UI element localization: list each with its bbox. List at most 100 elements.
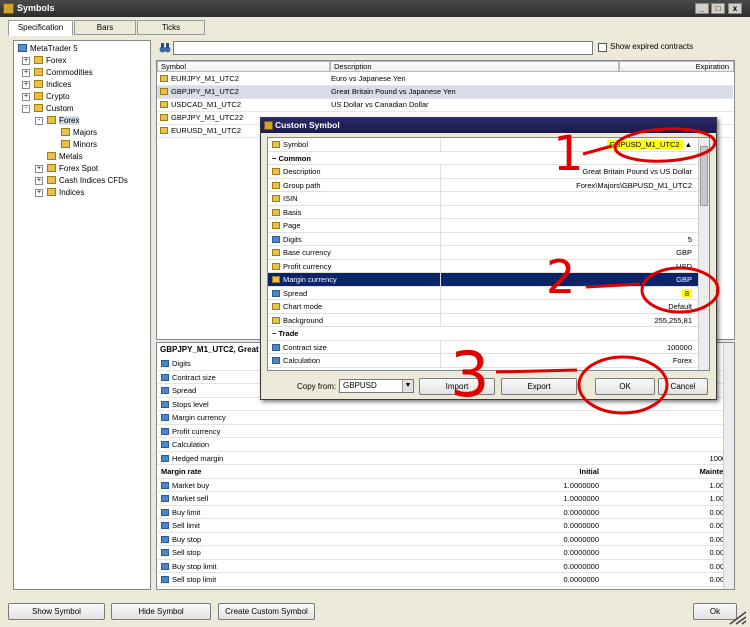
expand-icon[interactable]: + bbox=[22, 81, 30, 89]
margin-row[interactable]: Market buy1.00000001.0000000 bbox=[157, 479, 734, 492]
table-row[interactable]: EURJPY_M1_UTC2 Euro vs Japanese Yen bbox=[157, 73, 733, 86]
table-row[interactable]: GBPJPY_M1_UTC2 Great Britain Pound vs Jap… bbox=[157, 86, 733, 99]
property-icon bbox=[161, 427, 169, 435]
dialog-scroll-thumb[interactable] bbox=[700, 146, 708, 206]
margin-row[interactable]: Buy limit0.00000000.0000000 bbox=[157, 506, 734, 519]
tree-item-forex-spot[interactable]: + Forex Spot bbox=[35, 163, 98, 175]
margin-row[interactable]: Sell limit0.00000000.0000000 bbox=[157, 519, 734, 533]
margin-row[interactable]: Market sell1.00000001.0000000 bbox=[157, 492, 734, 506]
dialog-row[interactable]: Description Great Britain Pound vs US Dol… bbox=[268, 165, 698, 179]
tab-bars[interactable]: Bars bbox=[74, 20, 136, 35]
dialog-row[interactable]: ISIN bbox=[268, 192, 698, 206]
tree-item-commodities[interactable]: + Commodities bbox=[22, 67, 93, 79]
tree-item-custom-indices[interactable]: + Indices bbox=[35, 187, 84, 199]
dialog-ok-button[interactable]: OK bbox=[595, 378, 655, 395]
show-expired-checkbox[interactable] bbox=[598, 43, 607, 52]
property-icon bbox=[161, 576, 169, 583]
search-input[interactable] bbox=[173, 41, 593, 55]
property-icon bbox=[272, 343, 280, 351]
expand-icon[interactable]: + bbox=[35, 177, 43, 185]
dialog-scrollbar[interactable] bbox=[698, 138, 709, 370]
properties-scrollbar[interactable] bbox=[723, 343, 734, 589]
show-symbol-button[interactable]: Show Symbol bbox=[8, 603, 105, 620]
tab-specification[interactable]: Specification bbox=[8, 20, 73, 36]
property-row[interactable]: CalculationForex bbox=[157, 438, 734, 452]
folder-icon bbox=[34, 104, 43, 112]
dialog-row[interactable]: Digits 5 bbox=[268, 232, 698, 246]
folder-icon bbox=[61, 128, 70, 136]
chevron-up-icon[interactable]: ▲ bbox=[685, 140, 692, 149]
collapse-icon[interactable]: - bbox=[35, 117, 43, 125]
dialog-row[interactable]: Spread 8 bbox=[268, 286, 698, 300]
dialog-row[interactable]: Group path Forex\Majors\GBPUSD_M1_UTC2 bbox=[268, 178, 698, 192]
dialog-row[interactable]: Background 255,255,81 bbox=[268, 313, 698, 327]
collapse-icon[interactable]: - bbox=[22, 105, 30, 113]
col-header-expiration[interactable]: Expiration bbox=[619, 61, 734, 72]
create-custom-symbol-button[interactable]: Create Custom Symbol bbox=[218, 603, 315, 620]
property-row[interactable]: Margin currencyGBP bbox=[157, 411, 734, 425]
tree-item-majors[interactable]: Majors bbox=[61, 127, 97, 139]
expand-icon[interactable]: + bbox=[35, 165, 43, 173]
property-icon bbox=[272, 235, 280, 243]
close-button[interactable]: x bbox=[728, 3, 742, 14]
table-row[interactable]: USDCAD_M1_UTC2 US Dollar vs Canadian Doll… bbox=[157, 99, 733, 112]
symbol-icon bbox=[160, 101, 168, 108]
resize-grip-icon[interactable] bbox=[728, 611, 748, 625]
dialog-row[interactable]: Basis bbox=[268, 205, 698, 219]
property-row[interactable]: Hedged margin100000.00 bbox=[157, 452, 734, 465]
custom-symbol-dialog[interactable]: Custom Symbol Symbol GBPUSD_M1_UTC2 ▲ − Com… bbox=[260, 117, 717, 400]
chevron-down-icon[interactable]: ▼ bbox=[402, 380, 413, 392]
dialog-title: Custom Symbol bbox=[275, 120, 340, 130]
minimize-button[interactable]: _ bbox=[695, 3, 709, 14]
tab-ticks[interactable]: Ticks bbox=[137, 20, 205, 35]
dialog-row[interactable]: Symbol GBPUSD_M1_UTC2 ▲ bbox=[268, 138, 698, 152]
dialog-cancel-button[interactable]: Cancel bbox=[658, 378, 708, 395]
folder-icon bbox=[61, 140, 70, 148]
property-icon bbox=[161, 387, 169, 394]
tree-item-cash-indices[interactable]: + Cash Indices CFDs bbox=[35, 175, 128, 187]
tree-item-custom-forex[interactable]: - Forex bbox=[35, 115, 80, 127]
property-row[interactable]: Profit currencyJPY bbox=[157, 425, 734, 438]
tree-root[interactable]: MetaTrader 5 bbox=[18, 43, 78, 55]
maximize-button[interactable]: □ bbox=[711, 3, 725, 14]
binoculars-icon[interactable] bbox=[159, 42, 171, 54]
import-button[interactable]: Import bbox=[419, 378, 495, 395]
property-icon bbox=[161, 360, 169, 367]
symbol-tree[interactable]: MetaTrader 5 + Forex + Commodities + Indice… bbox=[13, 40, 151, 590]
expand-icon[interactable]: + bbox=[22, 69, 30, 77]
tree-item-indices[interactable]: + Indices bbox=[22, 79, 71, 91]
tree-item-crypto[interactable]: + Crypto bbox=[22, 91, 70, 103]
margin-row[interactable]: Sell stop0.00000000.0000000 bbox=[157, 546, 734, 560]
property-icon bbox=[272, 289, 280, 297]
dialog-row[interactable]: Page bbox=[268, 219, 698, 233]
hide-symbol-button[interactable]: Hide Symbol bbox=[111, 603, 211, 620]
dialog-row[interactable]: Margin currency GBP bbox=[268, 273, 698, 287]
dialog-row[interactable]: Contract size 100000 bbox=[268, 340, 698, 354]
margin-row[interactable]: Sell stop limit0.00000000.0000000 bbox=[157, 573, 734, 587]
terminal-icon bbox=[18, 44, 27, 52]
expand-icon[interactable]: + bbox=[35, 189, 43, 197]
col-header-description[interactable]: Description bbox=[330, 61, 619, 72]
copy-from-select[interactable]: GBPUSD ▼ bbox=[339, 379, 414, 393]
expand-icon[interactable]: + bbox=[22, 93, 30, 101]
margin-row[interactable]: Buy stop0.00000000.0000000 bbox=[157, 533, 734, 546]
property-icon bbox=[161, 508, 169, 516]
folder-icon bbox=[47, 164, 56, 172]
section-header[interactable]: − Common bbox=[268, 152, 698, 165]
dialog-row[interactable]: Chart mode Default bbox=[268, 300, 698, 314]
dialog-row[interactable]: Base currency GBP bbox=[268, 246, 698, 260]
dialog-row[interactable]: Profit currency USD bbox=[268, 259, 698, 273]
tree-item-custom[interactable]: - Custom bbox=[22, 103, 74, 115]
dialog-titlebar: Custom Symbol bbox=[261, 118, 716, 133]
dialog-row[interactable]: Calculation Forex bbox=[268, 354, 698, 368]
tree-item-forex[interactable]: + Forex bbox=[22, 55, 66, 67]
section-header[interactable]: − Trade bbox=[268, 327, 698, 341]
tree-item-metals[interactable]: Metals bbox=[47, 151, 83, 163]
margin-row[interactable]: Buy stop limit0.00000000.0000000 bbox=[157, 560, 734, 573]
tree-item-minors[interactable]: Minors bbox=[61, 139, 97, 151]
col-header-symbol[interactable]: Symbol bbox=[157, 61, 330, 72]
expand-icon[interactable]: + bbox=[22, 57, 30, 65]
property-icon bbox=[161, 373, 169, 381]
custom-symbol-grid[interactable]: Symbol GBPUSD_M1_UTC2 ▲ − Common Description… bbox=[267, 137, 710, 371]
export-button[interactable]: Export bbox=[501, 378, 577, 395]
